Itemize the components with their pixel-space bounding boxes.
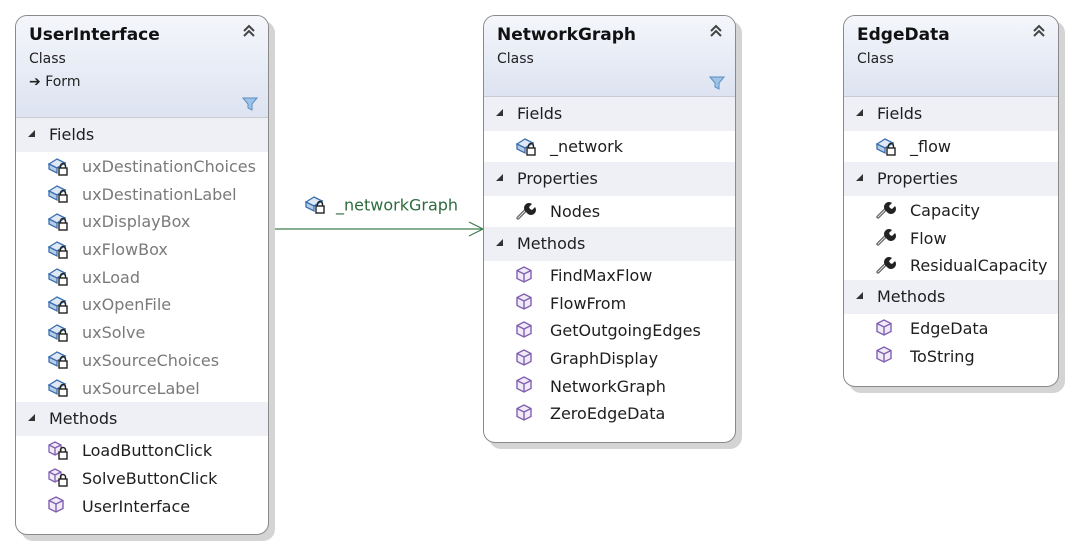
public-method-icon <box>514 375 538 395</box>
member-row[interactable]: FindMaxFlow <box>484 262 735 290</box>
public-method-icon <box>514 348 538 368</box>
member-row[interactable]: uxSourceChoices <box>16 347 268 375</box>
member-row[interactable]: ResidualCapacity <box>844 252 1058 280</box>
class-kind: Class <box>497 51 534 67</box>
public-method-icon <box>874 345 898 365</box>
private-field-icon <box>303 193 327 215</box>
section-header-properties[interactable]: Properties <box>844 162 1058 196</box>
public-method-icon <box>514 320 538 340</box>
private-field-icon <box>46 377 70 397</box>
filter-icon[interactable] <box>709 76 725 90</box>
member-row[interactable]: ToString <box>844 343 1058 371</box>
member-row[interactable]: uxDisplayBox <box>16 208 268 236</box>
public-method-icon <box>514 265 538 285</box>
expand-triangle-icon[interactable] <box>28 414 35 422</box>
class-box-edgedata[interactable]: EdgeData Class Fields _flow Properties C… <box>843 15 1059 387</box>
private-method-icon <box>46 440 70 460</box>
private-field-icon <box>46 266 70 286</box>
expand-triangle-icon[interactable] <box>496 174 503 181</box>
member-row[interactable]: LoadButtonClick <box>16 437 268 465</box>
section-header-methods[interactable]: Methods <box>484 227 735 261</box>
association-label[interactable]: _networkGraph <box>303 195 458 217</box>
class-box-networkgraph[interactable]: NetworkGraph Class Fields _network Prope… <box>483 15 736 443</box>
private-field-icon <box>46 349 70 369</box>
class-header[interactable]: EdgeData Class <box>844 16 1058 97</box>
member-row[interactable]: uxOpenFile <box>16 291 268 319</box>
property-wrench-icon <box>874 200 898 220</box>
member-row[interactable]: ZeroEdgeData <box>484 400 735 428</box>
expand-triangle-icon[interactable] <box>856 174 863 181</box>
class-name: EdgeData <box>857 25 950 45</box>
public-method-icon <box>514 292 538 312</box>
filter-icon[interactable] <box>242 97 258 111</box>
property-wrench-icon <box>874 227 898 247</box>
base-class-name: Form <box>45 74 81 90</box>
member-row[interactable]: uxDestinationChoices <box>16 153 268 181</box>
public-method-icon <box>874 318 898 338</box>
member-row[interactable]: GraphDisplay <box>484 345 735 373</box>
member-row[interactable]: uxLoad <box>16 264 268 292</box>
class-name: NetworkGraph <box>497 25 637 45</box>
association-name: _networkGraph <box>336 195 459 215</box>
public-method-icon <box>46 495 70 515</box>
member-row[interactable]: _network <box>484 131 735 162</box>
member-row[interactable]: SolveButtonClick <box>16 465 268 493</box>
expand-triangle-icon[interactable] <box>856 109 863 116</box>
private-field-icon <box>46 156 70 176</box>
member-row[interactable]: uxFlowBox <box>16 236 268 264</box>
section-header-fields[interactable]: Fields <box>16 118 268 152</box>
member-row[interactable]: GetOutgoingEdges <box>484 317 735 345</box>
inheritance-arrow-icon: ➔ <box>29 74 46 90</box>
collapse-chevron-icon[interactable] <box>240 22 258 40</box>
public-method-icon <box>514 403 538 423</box>
property-wrench-icon <box>874 255 898 275</box>
section-header-methods[interactable]: Methods <box>844 280 1058 315</box>
member-row[interactable]: UserInterface <box>16 493 268 521</box>
class-kind: Class <box>29 51 66 67</box>
class-header[interactable]: UserInterface Class ➔ Form <box>16 16 268 118</box>
expand-triangle-icon[interactable] <box>496 109 503 116</box>
class-box-userinterface[interactable]: UserInterface Class ➔ Form Fields uxDest… <box>15 15 269 535</box>
private-field-icon <box>46 239 70 259</box>
member-row[interactable]: NetworkGraph <box>484 373 735 401</box>
section-header-methods[interactable]: Methods <box>16 402 268 437</box>
member-row[interactable]: FlowFrom <box>484 290 735 318</box>
private-method-icon <box>46 467 70 487</box>
member-row[interactable]: uxDestinationLabel <box>16 181 268 209</box>
private-field-icon <box>46 322 70 342</box>
class-name: UserInterface <box>29 25 160 45</box>
base-class: ➔ Form <box>29 74 80 90</box>
member-row[interactable]: EdgeData <box>844 315 1058 343</box>
section-header-fields[interactable]: Fields <box>844 97 1058 131</box>
section-header-fields[interactable]: Fields <box>484 97 735 131</box>
class-kind: Class <box>857 51 894 67</box>
private-field-icon <box>46 211 70 231</box>
association-connector[interactable] <box>265 220 487 240</box>
class-header[interactable]: NetworkGraph Class <box>484 16 735 97</box>
private-field-icon <box>874 136 898 156</box>
member-row[interactable]: uxSolve <box>16 319 268 347</box>
member-row[interactable]: Nodes <box>484 196 735 227</box>
collapse-chevron-icon[interactable] <box>1030 22 1048 40</box>
section-header-properties[interactable]: Properties <box>484 162 735 196</box>
member-row[interactable]: uxSourceLabel <box>16 375 268 403</box>
expand-triangle-icon[interactable] <box>496 239 503 246</box>
private-field-icon <box>514 136 538 156</box>
member-row[interactable]: Capacity <box>844 197 1058 225</box>
collapse-chevron-icon[interactable] <box>707 22 725 40</box>
private-field-icon <box>46 183 70 203</box>
member-row[interactable]: _flow <box>844 131 1058 162</box>
expand-triangle-icon[interactable] <box>28 130 35 137</box>
member-row[interactable]: Flow <box>844 225 1058 253</box>
private-field-icon <box>46 294 70 314</box>
expand-triangle-icon[interactable] <box>856 292 863 300</box>
property-wrench-icon <box>514 201 538 221</box>
